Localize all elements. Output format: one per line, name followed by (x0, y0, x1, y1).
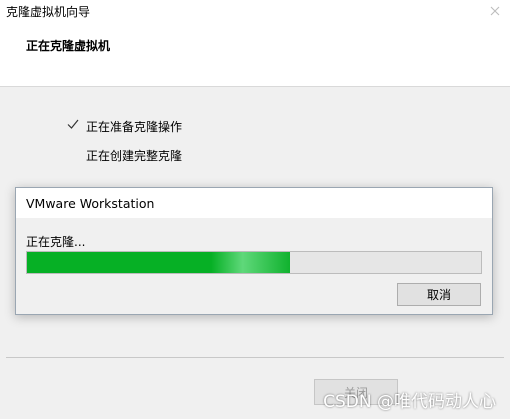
cancel-button-label: 取消 (426, 288, 451, 302)
progress-dialog: VMware Workstation 正在克隆... 取消 (15, 187, 493, 315)
close-button[interactable] (480, 0, 510, 22)
wizard-titlebar: 克隆虚拟机向导 (0, 0, 510, 22)
step-create-full-clone: 正在创建完整克隆 (86, 149, 183, 163)
clone-progress-bar (26, 251, 482, 274)
checkmark-icon (67, 119, 79, 129)
dialog-title: VMware Workstation (26, 196, 155, 211)
watermark: CSDN @唯代码动人心 (323, 392, 496, 412)
footer-divider (6, 357, 504, 358)
progress-fill (27, 252, 291, 273)
step-prepare-clone: 正在准备克隆操作 (86, 120, 183, 134)
page-title: 正在克隆虚拟机 (26, 39, 111, 53)
close-icon (490, 6, 500, 16)
wizard-header: 正在克隆虚拟机 (0, 22, 510, 87)
cancel-button[interactable]: 取消 (397, 283, 481, 306)
clone-status-text: 正在克隆... (26, 235, 86, 249)
wizard-title: 克隆虚拟机向导 (6, 5, 91, 19)
dialog-titlebar: VMware Workstation (16, 188, 492, 218)
